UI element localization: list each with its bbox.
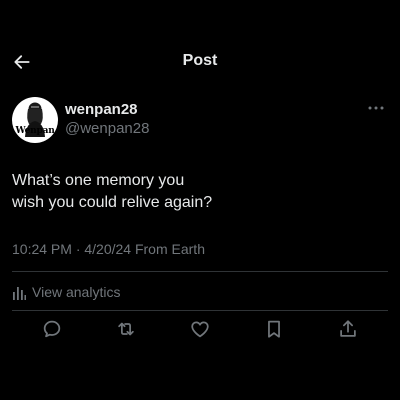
- divider: [12, 271, 388, 272]
- display-name[interactable]: wenpan28: [65, 101, 138, 118]
- bookmark-button[interactable]: [262, 317, 286, 341]
- more-options-button[interactable]: [366, 101, 386, 115]
- share-button[interactable]: [336, 317, 360, 341]
- avatar[interactable]: Wenpan: [12, 97, 58, 143]
- view-analytics-link[interactable]: View analytics: [12, 282, 120, 302]
- post-author: Wenpan wenpan28 @wenpan28: [12, 97, 388, 147]
- post-timestamp: 10:24 PM · 4/20/24 From Earth: [12, 241, 205, 257]
- post-body: What’s one memory you wish you could rel…: [12, 170, 372, 214]
- divider: [12, 310, 388, 311]
- top-bar: Post: [0, 40, 400, 84]
- reply-icon: [41, 318, 63, 340]
- avatar-figure-icon: [25, 102, 45, 137]
- more-icon: [368, 106, 384, 110]
- like-icon: [189, 318, 211, 340]
- share-icon: [337, 318, 359, 340]
- analytics-icon: [12, 284, 26, 300]
- like-button[interactable]: [188, 317, 212, 341]
- reply-button[interactable]: [40, 317, 64, 341]
- user-handle[interactable]: @wenpan28: [65, 120, 149, 137]
- post-text-line: wish you could relive again?: [12, 194, 213, 211]
- avatar-label: Wenpan: [15, 126, 55, 136]
- view-analytics-label: View analytics: [32, 284, 121, 300]
- repost-button[interactable]: [114, 317, 138, 341]
- repost-icon: [115, 318, 137, 340]
- bookmark-icon: [263, 318, 285, 340]
- post-text-line: What’s one memory you: [12, 172, 185, 189]
- action-bar: [12, 314, 388, 344]
- page-title: Post: [182, 52, 218, 69]
